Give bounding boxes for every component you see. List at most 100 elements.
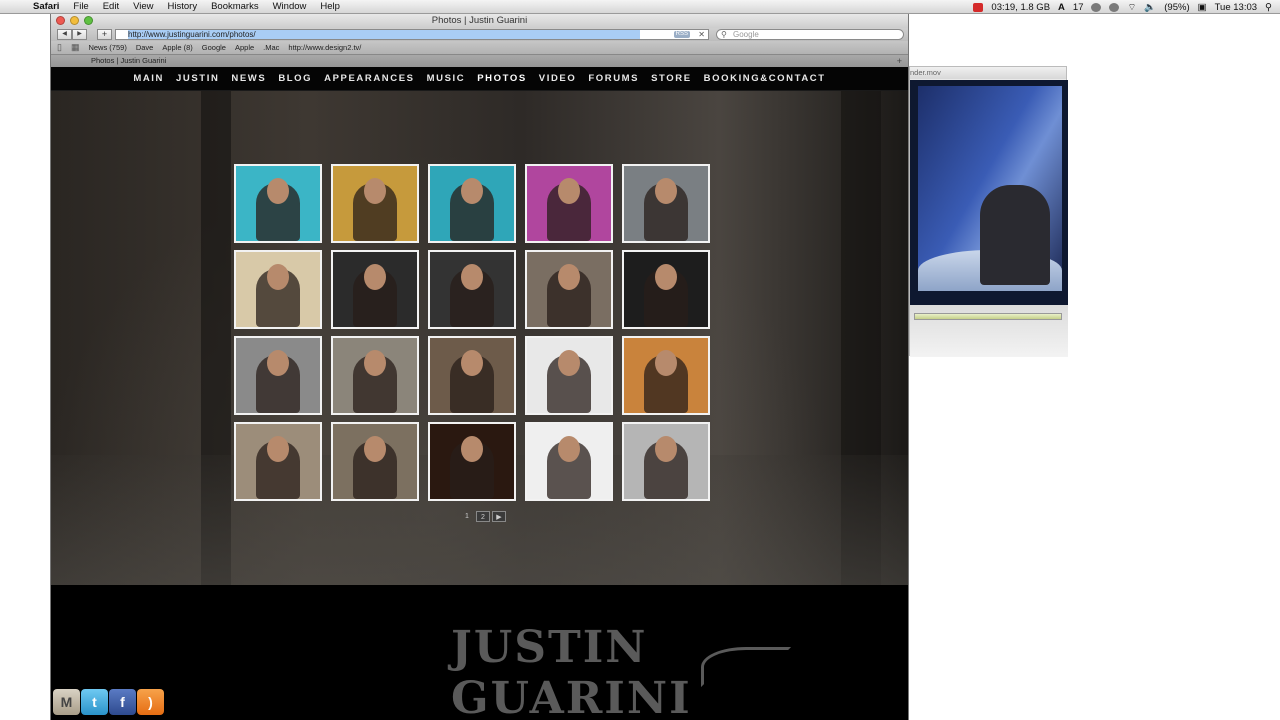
- menu-view[interactable]: View: [126, 0, 160, 14]
- photo-thumbnail[interactable]: [622, 422, 710, 501]
- memory-status[interactable]: 03:19, 1.8 GB: [991, 2, 1050, 13]
- nav-forums[interactable]: FORUMS: [588, 73, 639, 84]
- movie-controls: [910, 305, 1068, 357]
- photo-thumbnail[interactable]: [428, 250, 516, 329]
- nav-blog[interactable]: BLOG: [278, 73, 312, 84]
- rss-feed-icon[interactable]: ): [137, 689, 164, 715]
- movie-video-frame[interactable]: [910, 80, 1068, 305]
- photo-thumbnail[interactable]: [234, 422, 322, 501]
- nav-store[interactable]: STORE: [651, 73, 692, 84]
- menu-extras: 03:19, 1.8 GB A 17 ⌔ 🔈 (95%) ▣ Tue 13:03…: [973, 0, 1272, 14]
- photo-subject-head: [461, 264, 483, 290]
- window-titlebar: Photos | Justin Guarini: [51, 14, 908, 28]
- battery-status[interactable]: (95%): [1164, 2, 1189, 13]
- photo-thumbnail[interactable]: [428, 422, 516, 501]
- photo-thumbnail[interactable]: [331, 336, 419, 415]
- movie-progress-bar[interactable]: [914, 313, 1062, 320]
- photo-thumbnail[interactable]: [331, 250, 419, 329]
- close-window-button[interactable]: [56, 16, 65, 25]
- page-1-link[interactable]: 1: [460, 511, 474, 522]
- tab-bar: Photos | Justin Guarini +: [51, 55, 908, 67]
- nav-music[interactable]: MUSIC: [427, 73, 466, 84]
- photo-thumbnail[interactable]: [331, 164, 419, 243]
- zoom-window-button[interactable]: [84, 16, 93, 25]
- adobe-icon[interactable]: A: [1058, 2, 1065, 13]
- nav-booking-contact[interactable]: BOOKING&CONTACT: [704, 73, 826, 84]
- nav-news[interactable]: NEWS: [231, 73, 266, 84]
- photo-thumbnail[interactable]: [428, 336, 516, 415]
- bookmark-mac[interactable]: .Mac: [263, 43, 279, 52]
- menu-file[interactable]: File: [66, 0, 95, 14]
- recording-icon[interactable]: [973, 2, 984, 12]
- photo-subject-head: [267, 350, 289, 376]
- photo-thumbnail[interactable]: [234, 250, 322, 329]
- photo-thumbnail[interactable]: [622, 250, 710, 329]
- rss-badge[interactable]: RSS: [673, 31, 690, 38]
- volume-icon[interactable]: 🔈: [1144, 2, 1156, 13]
- photo-thumbnail[interactable]: [525, 422, 613, 501]
- traffic-lights: [56, 16, 93, 25]
- keyboard-icon[interactable]: ▣: [1198, 2, 1207, 13]
- bookmark-google[interactable]: Google: [202, 43, 226, 52]
- page-2-link[interactable]: 2: [476, 511, 490, 522]
- nav-main[interactable]: MAIN: [133, 73, 164, 84]
- top-sites-icon[interactable]: ▦: [71, 42, 80, 53]
- spotlight-icon[interactable]: ⚲: [1265, 2, 1272, 13]
- photo-thumbnail[interactable]: [525, 336, 613, 415]
- add-bookmark-button[interactable]: +: [97, 29, 112, 40]
- new-tab-button[interactable]: +: [897, 55, 902, 67]
- menu-edit[interactable]: Edit: [96, 0, 126, 14]
- menu-app-safari[interactable]: Safari: [26, 0, 66, 14]
- safari-window: Photos | Justin Guarini ◀ ▶ + http://www…: [50, 14, 909, 720]
- movie-title: nder.mov: [910, 67, 1066, 79]
- back-button[interactable]: ◀: [57, 29, 72, 40]
- nav-video[interactable]: VIDEO: [539, 73, 577, 84]
- address-bar[interactable]: http://www.justinguarini.com/photos/ RSS…: [115, 29, 709, 40]
- photo-thumbnail[interactable]: [525, 164, 613, 243]
- bookmarks-book-icon[interactable]: ▯: [57, 42, 62, 53]
- wifi-icon[interactable]: ⌔: [1127, 2, 1136, 13]
- photo-thumbnail[interactable]: [331, 422, 419, 501]
- photo-subject-head: [558, 178, 580, 204]
- menu-window[interactable]: Window: [266, 0, 314, 14]
- count-badge[interactable]: 17: [1073, 2, 1084, 13]
- photo-thumbnail[interactable]: [428, 164, 516, 243]
- facebook-icon[interactable]: f: [109, 689, 136, 715]
- tab-photos[interactable]: Photos | Justin Guarini: [91, 55, 191, 67]
- photo-thumbnail[interactable]: [234, 336, 322, 415]
- stop-icon[interactable]: ✕: [698, 30, 705, 39]
- photo-thumbnail[interactable]: [234, 164, 322, 243]
- bookmark-apple[interactable]: Apple: [235, 43, 254, 52]
- photo-thumbnail[interactable]: [622, 164, 710, 243]
- next-page-arrow[interactable]: ▶: [492, 511, 506, 522]
- movie-player-window[interactable]: nder.mov: [909, 66, 1068, 357]
- twitter-icon[interactable]: t: [81, 689, 108, 715]
- url-text[interactable]: http://www.justinguarini.com/photos/: [128, 30, 640, 39]
- sync-icon[interactable]: [1091, 2, 1102, 12]
- bookmark-dave[interactable]: Dave: [136, 43, 154, 52]
- photo-subject-head: [655, 264, 677, 290]
- photo-subject-head: [267, 436, 289, 462]
- nav-justin[interactable]: JUSTIN: [176, 73, 219, 84]
- minimize-window-button[interactable]: [70, 16, 79, 25]
- video-presenter: [980, 185, 1050, 285]
- nav-photos[interactable]: PHOTOS: [477, 73, 527, 84]
- nav-appearances[interactable]: APPEARANCES: [324, 73, 414, 84]
- myspace-icon[interactable]: M: [53, 689, 80, 715]
- clock[interactable]: Tue 13:03: [1215, 2, 1257, 13]
- time-machine-icon[interactable]: [1109, 2, 1120, 12]
- photo-subject-head: [364, 350, 386, 376]
- photo-thumbnail[interactable]: [622, 336, 710, 415]
- window-title: Photos | Justin Guarini: [431, 15, 528, 26]
- bookmark-news[interactable]: News (759): [88, 43, 126, 52]
- bookmark-design2[interactable]: http://www.design2.tv/: [288, 43, 361, 52]
- search-field[interactable]: ⚲ Google: [716, 29, 904, 40]
- site-logo: JUSTIN GUARINI: [451, 622, 908, 720]
- bookmark-apple-folder[interactable]: Apple (8): [162, 43, 192, 52]
- photo-thumbnail[interactable]: [525, 250, 613, 329]
- menu-bookmarks[interactable]: Bookmarks: [204, 0, 266, 14]
- forward-button[interactable]: ▶: [72, 29, 87, 40]
- menu-history[interactable]: History: [161, 0, 205, 14]
- menu-help[interactable]: Help: [313, 0, 347, 14]
- gallery-pagination: 1 2 ▶: [460, 511, 506, 522]
